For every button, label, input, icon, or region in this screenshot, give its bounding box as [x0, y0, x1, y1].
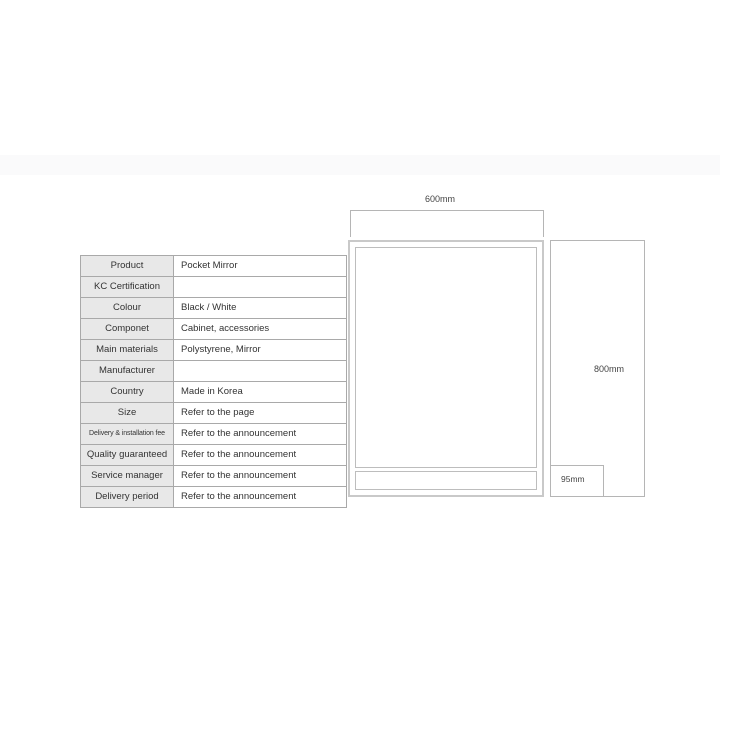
- spec-value-product: Pocket Mirror: [173, 255, 347, 277]
- spec-label-delivery-installation-fee: Delivery & installation fee: [80, 423, 174, 445]
- width-dimension-tick-left: [350, 210, 351, 237]
- spec-label-quality-guaranteed: Quality guaranteed: [80, 444, 174, 466]
- spec-label-product: Product: [80, 255, 174, 277]
- spec-label-country: Country: [80, 381, 174, 403]
- spec-value-delivery-installation-fee: Refer to the announcement: [173, 423, 347, 445]
- depth-dimension-tick-left: [550, 465, 551, 497]
- table-row: Delivery & installation fee Refer to the…: [80, 423, 347, 445]
- spec-value-delivery-period: Refer to the announcement: [173, 486, 347, 508]
- spec-value-size: Refer to the page: [173, 402, 347, 424]
- depth-dimension-label: 95mm: [561, 474, 585, 484]
- spec-value-quality-guaranteed: Refer to the announcement: [173, 444, 347, 466]
- table-row: Manufacturer: [80, 360, 347, 382]
- spec-label-delivery-period: Delivery period: [80, 486, 174, 508]
- cabinet-mirror-panel: [355, 247, 537, 468]
- cabinet-bottom-shelf: [355, 471, 537, 490]
- table-row: Delivery period Refer to the announcemen…: [80, 486, 347, 508]
- table-row: Componet Cabinet, accessories: [80, 318, 347, 340]
- width-dimension-label: 600mm: [425, 194, 456, 204]
- depth-dimension-tick-right: [603, 465, 604, 497]
- spec-value-service-manager: Refer to the announcement: [173, 465, 347, 487]
- table-row: Quality guaranteed Refer to the announce…: [80, 444, 347, 466]
- spec-label-manufacturer: Manufacturer: [80, 360, 174, 382]
- table-row: Country Made in Korea: [80, 381, 347, 403]
- spec-value-main-materials: Polystyrene, Mirror: [173, 339, 347, 361]
- spec-label-kc-certification: KC Certification: [80, 276, 174, 298]
- product-specification-table: Product Pocket Mirror KC Certification C…: [80, 255, 347, 508]
- width-dimension-line: [350, 210, 544, 211]
- depth-dimension-line-top: [550, 465, 604, 466]
- table-row: Main materials Polystyrene, Mirror: [80, 339, 347, 361]
- height-dimension-label: 800mm: [594, 364, 625, 374]
- depth-dimension-line-bottom: [550, 496, 604, 497]
- spec-label-service-manager: Service manager: [80, 465, 174, 487]
- page-banner-band: [0, 155, 720, 175]
- width-dimension-tick-right: [543, 210, 544, 237]
- spec-value-colour: Black / White: [173, 297, 347, 319]
- spec-label-main-materials: Main materials: [80, 339, 174, 361]
- table-row: Service manager Refer to the announcemen…: [80, 465, 347, 487]
- spec-value-kc-certification: [173, 276, 347, 298]
- spec-label-componet: Componet: [80, 318, 174, 340]
- spec-value-country: Made in Korea: [173, 381, 347, 403]
- table-row: Product Pocket Mirror: [80, 255, 347, 277]
- spec-value-manufacturer: [173, 360, 347, 382]
- spec-label-size: Size: [80, 402, 174, 424]
- spec-value-componet: Cabinet, accessories: [173, 318, 347, 340]
- spec-label-colour: Colour: [80, 297, 174, 319]
- table-row: Size Refer to the page: [80, 402, 347, 424]
- table-row: Colour Black / White: [80, 297, 347, 319]
- table-row: KC Certification: [80, 276, 347, 298]
